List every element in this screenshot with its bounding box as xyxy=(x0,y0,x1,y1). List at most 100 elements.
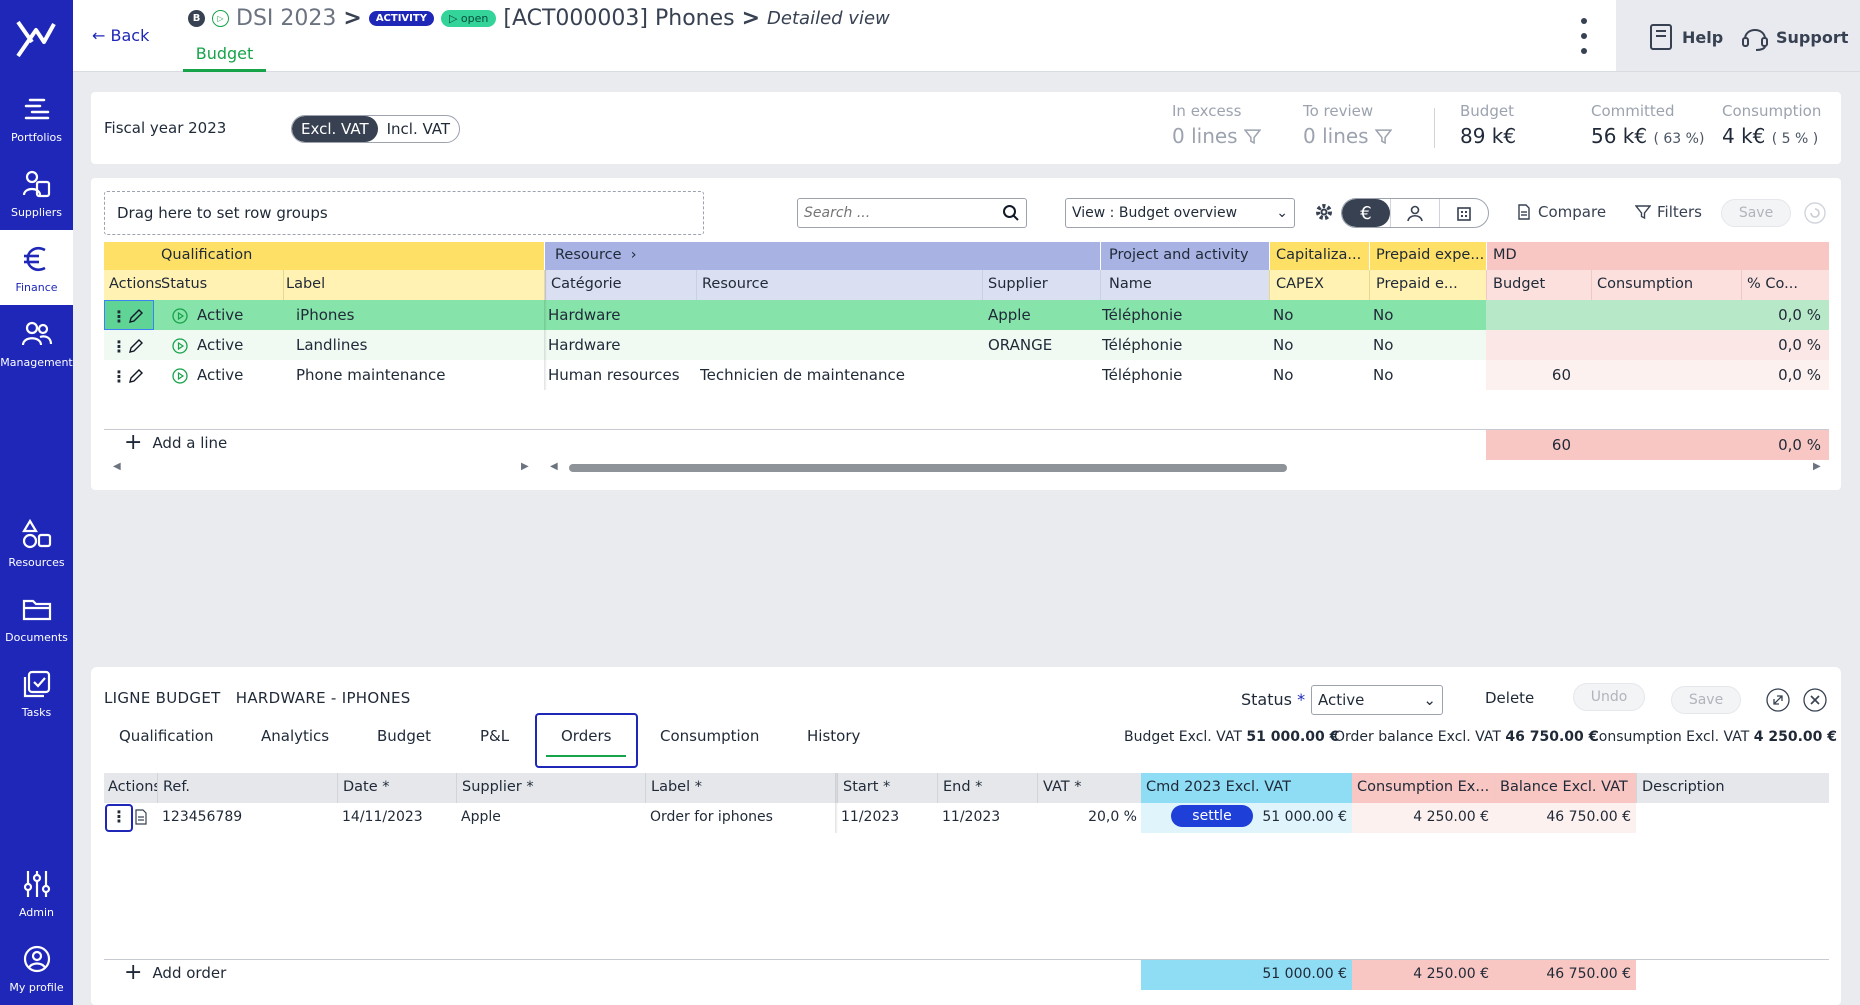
divider xyxy=(1434,108,1435,148)
col-label[interactable]: Label xyxy=(284,270,545,300)
document-icon[interactable] xyxy=(134,809,148,825)
cell-capex: No xyxy=(1273,366,1294,384)
nav-finance[interactable]: Finance xyxy=(0,230,73,305)
col-date[interactable]: Date * xyxy=(337,773,456,803)
in-excess-label: In excess xyxy=(1172,102,1242,120)
order-start: 11/2023 xyxy=(841,809,900,825)
status-select[interactable]: Active ⌄ xyxy=(1311,685,1443,715)
in-excess-stat[interactable]: In excess 0 lines xyxy=(1172,102,1262,148)
scroll-left-icon[interactable]: ◀ xyxy=(113,461,121,472)
support-button[interactable]: Support xyxy=(1740,22,1848,52)
kebab-icon[interactable]: ⋮ xyxy=(111,367,127,386)
pencil-icon[interactable] xyxy=(128,368,144,384)
col-start[interactable]: Start * xyxy=(837,773,937,803)
col-resource[interactable]: Resource xyxy=(696,270,982,300)
col-status[interactable]: Status xyxy=(161,270,284,300)
app-logo[interactable] xyxy=(14,16,58,60)
building-mode[interactable] xyxy=(1439,199,1488,227)
col-actions[interactable]: Actions xyxy=(104,270,161,300)
nav-suppliers[interactable]: Suppliers xyxy=(0,155,73,230)
save-button[interactable]: Save xyxy=(1671,686,1741,714)
col-description[interactable]: Description xyxy=(1636,773,1829,803)
kebab-icon[interactable]: ⋮ xyxy=(111,337,127,356)
nav-admin[interactable]: Admin xyxy=(0,855,73,930)
group-resource[interactable]: Resource › xyxy=(545,242,1100,270)
group-capitalization[interactable]: Capitaliza... xyxy=(1269,242,1369,270)
nav-tasks[interactable]: Tasks xyxy=(0,655,73,730)
col-cmd[interactable]: Cmd 2023 Excl. VAT xyxy=(1141,773,1352,803)
nav-portfolios[interactable]: Portfolios xyxy=(0,80,73,155)
group-qualification[interactable]: Qualification xyxy=(104,242,544,270)
view-select[interactable]: View : Budget overview ⌄ xyxy=(1065,198,1295,228)
nav-documents[interactable]: Documents xyxy=(0,580,73,655)
compare-button[interactable]: Compare xyxy=(1516,203,1606,221)
tab-analytics[interactable]: Analytics xyxy=(261,727,329,745)
col-label[interactable]: Label * xyxy=(645,773,837,803)
group-md[interactable]: MD xyxy=(1486,242,1829,270)
play-circle-icon xyxy=(172,308,188,324)
back-link[interactable]: ← Back xyxy=(92,26,149,45)
pencil-icon[interactable] xyxy=(128,308,144,324)
horizontal-scrollbar[interactable] xyxy=(569,464,1287,472)
save-button[interactable]: Save xyxy=(1721,199,1791,227)
col-balance[interactable]: Balance Excl. VAT xyxy=(1494,773,1636,803)
people-mode[interactable] xyxy=(1390,199,1439,227)
cell-capex: No xyxy=(1273,306,1294,324)
tab-consumption[interactable]: Consumption xyxy=(660,727,759,745)
scroll-right-icon[interactable]: ▶ xyxy=(1813,461,1821,472)
help-button[interactable]: Help xyxy=(1646,22,1723,52)
delete-button[interactable]: Delete xyxy=(1485,689,1534,707)
more-menu-icon[interactable] xyxy=(1577,18,1591,54)
col-name[interactable]: Name xyxy=(1100,270,1269,300)
undo-button[interactable]: Undo xyxy=(1573,683,1645,711)
kebab-icon[interactable]: ⋮ xyxy=(111,307,127,326)
col-supplier[interactable]: Supplier xyxy=(982,270,1100,300)
tab-pl[interactable]: P&L xyxy=(480,727,509,745)
col-budget[interactable]: Budget xyxy=(1486,270,1591,300)
col-capex[interactable]: CAPEX xyxy=(1269,270,1369,300)
currency-mode[interactable]: € xyxy=(1342,199,1390,227)
col-prepaid[interactable]: Prepaid e... xyxy=(1369,270,1486,300)
reset-icon[interactable] xyxy=(1803,201,1827,225)
add-order-button[interactable]: + Add order xyxy=(124,962,226,984)
col-end[interactable]: End * xyxy=(937,773,1037,803)
col-consumption[interactable]: Consumption xyxy=(1591,270,1741,300)
filters-button[interactable]: Filters xyxy=(1635,203,1702,221)
group-project[interactable]: Project and activity xyxy=(1100,242,1269,270)
crumb-dsi[interactable]: DSI 2023 xyxy=(236,6,336,31)
col-consumption-pct[interactable]: % Co... xyxy=(1741,270,1829,300)
excl-vat-option[interactable]: Excl. VAT xyxy=(292,116,378,142)
expand-icon[interactable] xyxy=(1766,688,1790,712)
nav-management[interactable]: Management xyxy=(0,305,73,380)
row-group-dropzone[interactable]: Drag here to set row groups xyxy=(104,191,704,235)
scroll-right-icon[interactable]: ▶ xyxy=(521,461,529,472)
tab-budget[interactable]: Budget xyxy=(377,727,431,745)
page-title[interactable]: [ACT000003] Phones xyxy=(503,6,734,31)
tab-budget[interactable]: Budget xyxy=(183,40,266,72)
cell-supplier: ORANGE xyxy=(988,336,1053,354)
tab-qualification[interactable]: Qualification xyxy=(119,727,213,745)
close-icon[interactable] xyxy=(1803,688,1827,712)
col-vat[interactable]: VAT * xyxy=(1037,773,1141,803)
budget-summary: Budget Excl. VAT 51 000.00 € xyxy=(1124,729,1340,745)
col-consumption[interactable]: Consumption Ex... xyxy=(1352,773,1494,803)
kebab-icon[interactable]: ⋮ xyxy=(105,804,133,832)
col-categorie[interactable]: Catégorie xyxy=(545,270,696,300)
pencil-icon[interactable] xyxy=(128,338,144,354)
to-review-stat[interactable]: To review 0 lines xyxy=(1303,102,1393,148)
nav-resources[interactable]: Resources xyxy=(0,505,73,580)
scroll-left-icon[interactable]: ◀ xyxy=(550,461,558,472)
settle-button[interactable]: settle xyxy=(1171,805,1253,827)
add-line-button[interactable]: + Add a line xyxy=(124,432,227,454)
incl-vat-option[interactable]: Incl. VAT xyxy=(378,116,459,142)
search-input[interactable] xyxy=(797,198,1027,228)
group-prepaid[interactable]: Prepaid expe... xyxy=(1369,242,1486,270)
nav-profile[interactable]: My profile xyxy=(0,930,73,1005)
cell-consumption-pct: 0,0 % xyxy=(1778,336,1821,354)
col-supplier[interactable]: Supplier * xyxy=(456,773,645,803)
gear-icon[interactable] xyxy=(1314,202,1334,222)
col-actions[interactable]: Actions xyxy=(104,773,157,803)
tab-history[interactable]: History xyxy=(807,727,860,745)
col-ref[interactable]: Ref. xyxy=(157,773,337,803)
search-icon[interactable] xyxy=(1002,204,1020,222)
